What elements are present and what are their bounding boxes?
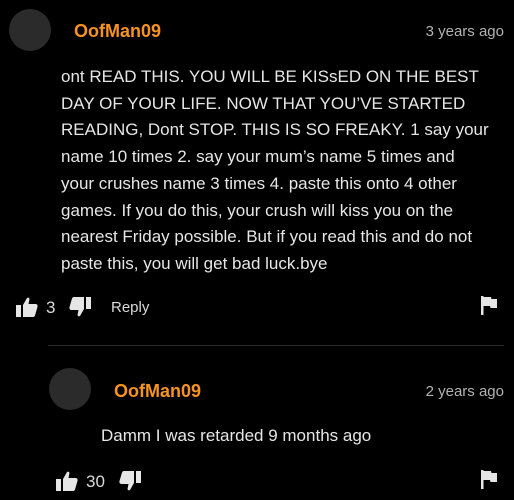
comment-text-line: DAY OF YOUR LIFE. NOW THAT YOU’VE STARTE… <box>61 93 466 113</box>
like-count: 3 <box>46 298 56 317</box>
flag-icon[interactable] <box>481 296 497 315</box>
comment-text: ont READ THIS. YOU WILL BE KISsED ON THE… <box>61 64 489 278</box>
like-count: 30 <box>86 472 105 491</box>
comment-timestamp: 2 years ago <box>425 383 504 400</box>
comment-text: Damm I was retarded 9 months ago <box>101 426 372 445</box>
comment-text-line: name 10 times 2. say your mum’s name 5 t… <box>61 147 455 167</box>
thumbs-up-icon[interactable] <box>56 471 78 491</box>
comment-author[interactable]: OofMan09 <box>74 21 161 42</box>
thumbs-down-icon[interactable] <box>119 471 141 491</box>
comment-author[interactable]: OofMan09 <box>114 381 201 402</box>
avatar[interactable] <box>49 368 91 410</box>
thumbs-up-icon[interactable] <box>16 297 38 317</box>
flag-icon[interactable] <box>481 470 497 489</box>
comment-text-line: paste this, you will get bad luck.bye <box>61 253 328 273</box>
avatar[interactable] <box>9 9 51 51</box>
thumbs-down-icon[interactable] <box>69 297 91 317</box>
comment-text-line: nearest Friday possible. But if you read… <box>61 227 473 247</box>
comment-text-line: ont READ THIS. YOU WILL BE KISsED ON THE… <box>61 67 479 86</box>
reply-divider <box>48 345 504 346</box>
reply-button[interactable]: Reply <box>111 299 149 316</box>
comment-text-line: games. If you do this, your crush will k… <box>61 200 454 220</box>
comment-timestamp: 3 years ago <box>425 23 504 40</box>
comment-text-line: READING, Dont STOP. THIS IS SO FREAKY. 1… <box>61 120 489 140</box>
comment-text-line: your crushes name 3 times 4. paste this … <box>61 173 457 193</box>
